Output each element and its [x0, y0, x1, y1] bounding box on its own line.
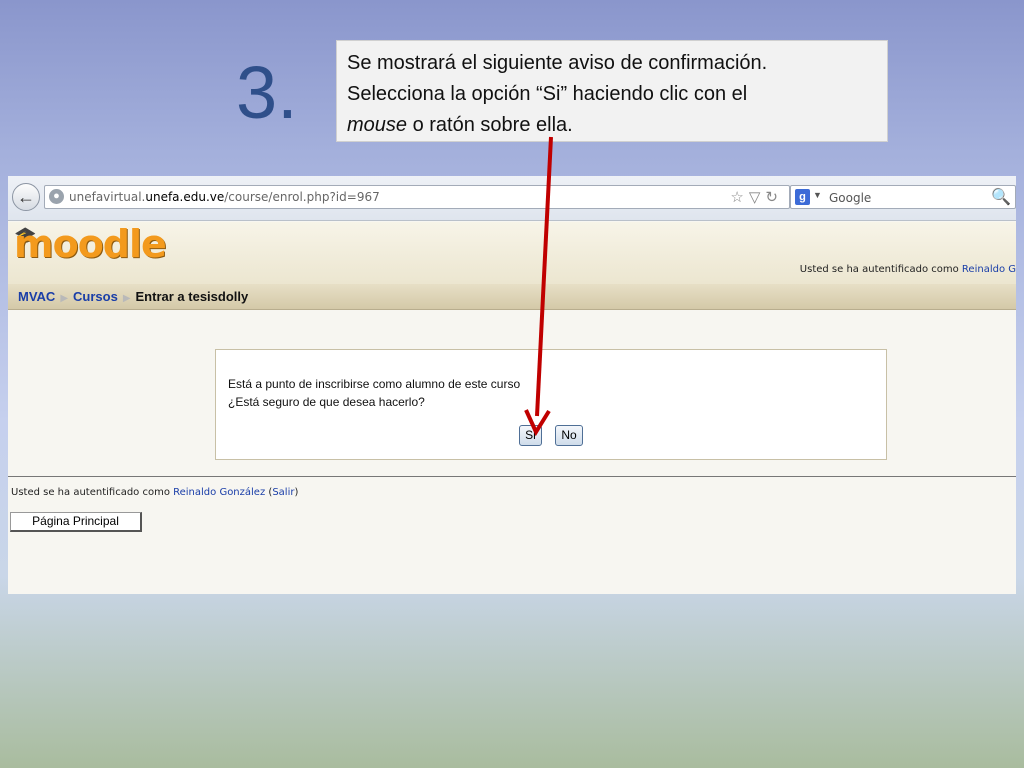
footer-divider: [8, 476, 1016, 477]
search-input[interactable]: g ▼ Google 🔍: [790, 185, 1016, 209]
back-button[interactable]: ←: [12, 183, 40, 211]
globe-icon: ●: [49, 189, 64, 204]
header-login-info: Usted se ha autentificado como Reinaldo …: [799, 264, 1016, 275]
reload-icon[interactable]: ↻: [765, 189, 783, 206]
confirmation-message: Está a punto de inscribirse como alumno …: [228, 377, 521, 391]
instruction-line-1: Se mostrará el siguiente aviso de confir…: [347, 52, 768, 74]
yes-button[interactable]: Si: [519, 425, 542, 446]
browser-toolbar: ← ● unefavirtual.unefa.edu.ve/course/enr…: [8, 176, 1016, 221]
back-arrow-icon: ←: [17, 186, 35, 207]
confirmation-dialog: Está a punto de inscribirse como alumno …: [215, 349, 887, 460]
logout-link[interactable]: Salir: [272, 487, 294, 498]
footer-login-info: Usted se ha autentificado como Reinaldo …: [11, 487, 299, 498]
dropdown-arrow-icon[interactable]: ▽: [749, 189, 766, 206]
breadcrumb-separator-icon: ▶: [60, 293, 69, 304]
search-engine-dropdown-icon[interactable]: ▼: [813, 190, 822, 200]
search-placeholder: Google: [829, 191, 872, 205]
instruction-line-3: mouse o ratón sobre ella.: [347, 110, 877, 141]
breadcrumb-current: Entrar a tesisdolly: [135, 289, 249, 304]
footer-user-link[interactable]: Reinaldo González: [173, 487, 265, 498]
instruction-box: Se mostrará el siguiente aviso de confir…: [336, 40, 888, 142]
no-button[interactable]: No: [555, 425, 583, 446]
bookmark-star-icon[interactable]: ☆: [730, 189, 748, 206]
url-text[interactable]: unefavirtual.unefa.edu.ve/course/enrol.p…: [69, 190, 380, 204]
url-bar-icons: ☆▽↻: [730, 188, 783, 206]
browser-screenshot: ← ● unefavirtual.unefa.edu.ve/course/enr…: [8, 176, 1016, 594]
breadcrumb-home-link[interactable]: MVAC: [18, 289, 55, 304]
header-user-link[interactable]: Reinaldo G: [962, 264, 1016, 275]
google-icon[interactable]: g: [795, 189, 810, 205]
address-bar[interactable]: ● unefavirtual.unefa.edu.ve/course/enrol…: [44, 185, 790, 209]
step-number: 3.: [236, 51, 298, 134]
home-page-button[interactable]: Página Principal: [10, 512, 142, 532]
instruction-line-2: Selecciona la opción “Si” haciendo clic …: [347, 83, 748, 105]
instruction-line-3-rest: o ratón sobre ella.: [407, 114, 573, 136]
breadcrumb: MVAC ▶ Cursos ▶ Entrar a tesisdolly: [8, 284, 1016, 310]
instruction-emphasis: mouse: [347, 114, 408, 136]
confirmation-question: ¿Está seguro de que desea hacerlo?: [228, 395, 425, 409]
breadcrumb-separator-icon: ▶: [122, 293, 131, 304]
search-icon[interactable]: 🔍: [991, 187, 1011, 207]
breadcrumb-courses-link[interactable]: Cursos: [73, 289, 118, 304]
moodle-logo: moodle: [14, 222, 167, 266]
moodle-header: 🎓 moodle Usted se ha autentificado como …: [8, 222, 1016, 284]
